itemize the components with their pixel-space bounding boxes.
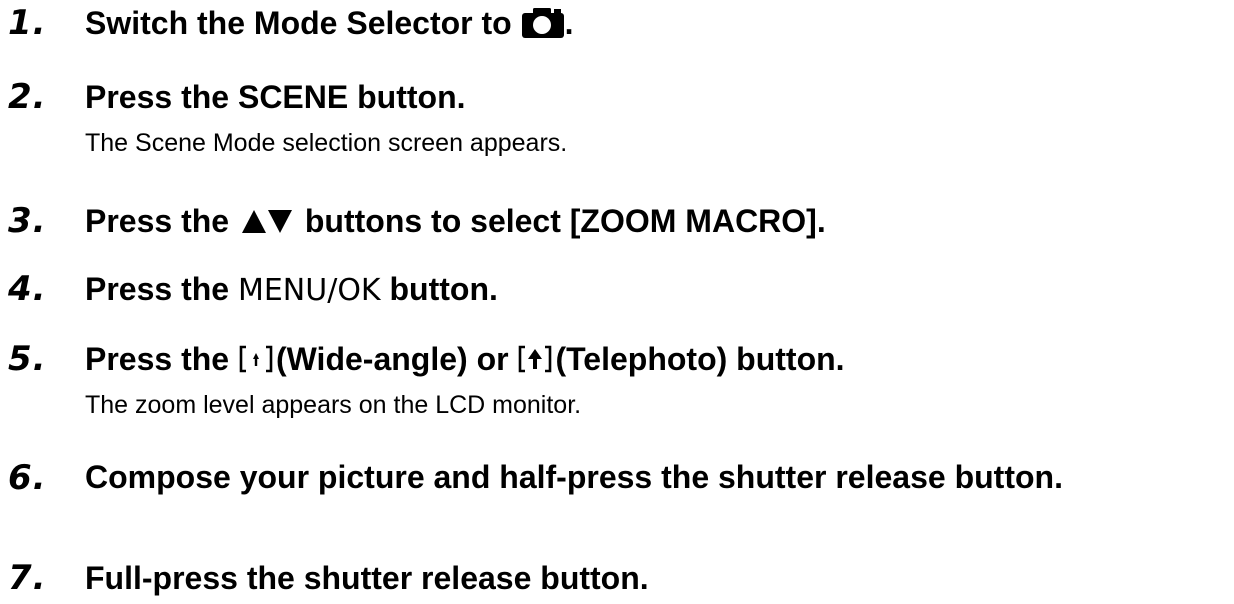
- zoom-tele-icon: [519, 345, 552, 372]
- step-title-text: (Wide-angle) or: [275, 341, 509, 377]
- step-number: 1.: [8, 3, 47, 43]
- step-title: Press the buttons to select [ZOOM MACRO]…: [85, 201, 1224, 241]
- step-title: Press the SCENE button.: [85, 79, 466, 115]
- step-title-text: .: [564, 5, 574, 41]
- zoom-wide-icon: [239, 345, 273, 372]
- step-number: 7.: [8, 558, 47, 598]
- step-6: 6. Compose your picture and half-press t…: [8, 458, 1224, 498]
- step-title-text: Press the: [85, 203, 230, 239]
- up-down-arrows-icon: [241, 209, 292, 233]
- step-title: Full-press the shutter release button.: [85, 560, 649, 596]
- step-number: 6.: [8, 458, 47, 498]
- step-title: Press the MENU/OK button.: [85, 269, 1224, 311]
- menu-ok-label: MENU/OK: [237, 273, 381, 308]
- step-title: Switch the Mode Selector to .: [85, 3, 1224, 43]
- step-1: 1. Switch the Mode Selector to .: [8, 3, 1224, 43]
- step-title-text: Switch the Mode Selector to: [85, 5, 512, 41]
- step-2: 2. Press the SCENE button. The Scene Mod…: [8, 77, 1224, 158]
- step-title: Compose your picture and half-press the …: [85, 459, 1063, 495]
- step-title-text: button.: [389, 271, 498, 307]
- step-title-text: (Telephoto) button.: [555, 341, 845, 377]
- step-number: 5.: [8, 339, 47, 379]
- step-title-text: Press the: [85, 271, 230, 307]
- step-4: 4. Press the MENU/OK button.: [8, 269, 1224, 311]
- step-5: 5. Press the (Wide-angle) or (Telephoto)…: [8, 339, 1224, 420]
- step-number: 3.: [8, 201, 47, 241]
- step-note: The zoom level appears on the LCD monito…: [85, 391, 582, 419]
- step-title-text: buttons to select [ZOOM MACRO].: [304, 203, 826, 239]
- step-title: Press the (Wide-angle) or (Telephoto) bu…: [85, 339, 1224, 379]
- camera-icon: [521, 7, 564, 38]
- step-note: The Scene Mode selection screen appears.: [85, 129, 568, 157]
- step-number: 2.: [8, 77, 47, 117]
- step-title-text: Press the: [85, 341, 230, 377]
- step-7: 7. Full-press the shutter release button…: [8, 558, 1224, 598]
- step-3: 3. Press the buttons to select [ZOOM MAC…: [8, 201, 1224, 241]
- step-number: 4.: [8, 269, 47, 309]
